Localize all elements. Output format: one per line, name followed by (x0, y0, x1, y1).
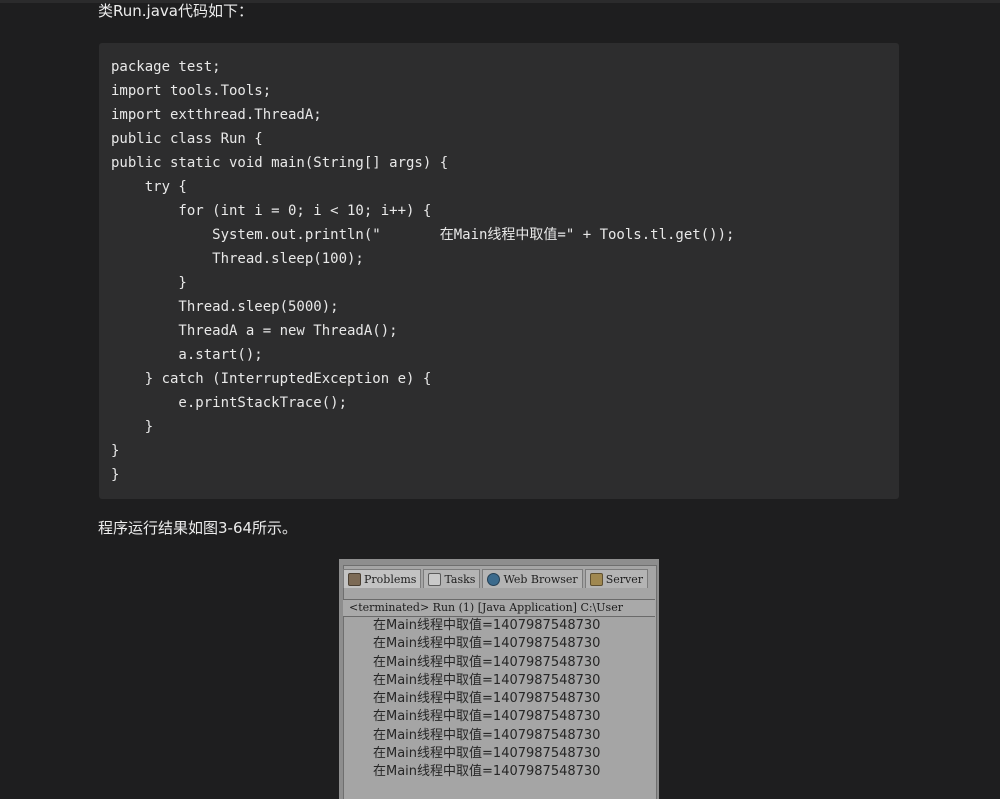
console-output: 在Main线程中取值=1407987548730 在Main线程中取值=1407… (343, 617, 649, 782)
console-output-line: 在Main线程中取值=1407987548730 (373, 636, 601, 652)
code-line: for (int i = 0; i < 10; i++) { (111, 203, 432, 219)
console-output-line: 在Main线程中取值=1407987548730 (373, 727, 601, 743)
console-output-line: 在Main线程中取值=1407987548730 (373, 691, 601, 707)
tab-problems: Problems (343, 569, 422, 588)
console-output-line: 在Main线程中取值=1407987548730 (373, 746, 601, 762)
tab-web-browser: Web Browser (482, 569, 583, 588)
code-line: System.out.println(" 在Main线程中取值=" + Tool… (111, 227, 735, 243)
code-line: public class Run { (111, 131, 263, 147)
console-status-line: <terminated> Run (1) [Java Application] … (343, 599, 655, 617)
code-line: } (111, 443, 120, 459)
code-line: } catch (InterruptedException e) { (111, 371, 432, 387)
console-output-line: 在Main线程中取值=1407987548730 (373, 764, 601, 780)
code-line: ThreadA a = new ThreadA(); (111, 323, 398, 339)
code-line: try { (111, 179, 187, 195)
intro-paragraph: 类Run.java代码如下： (98, 2, 253, 20)
code-block: package test; import tools.Tools; import e… (99, 43, 899, 499)
result-paragraph: 程序运行结果如图3-64所示。 (98, 519, 298, 537)
tab-label: Web Browser (503, 572, 578, 586)
web-browser-icon (487, 572, 501, 586)
code-line: e.printStackTrace(); (111, 395, 348, 411)
code-line: package test; (111, 59, 221, 75)
code-line: Thread.sleep(5000); (111, 299, 339, 315)
code-line: } (111, 467, 120, 483)
code-line: Thread.sleep(100); (111, 251, 364, 267)
console-tab-bar: Problems Tasks Web Browser Server (343, 569, 649, 589)
code-line: import extthread.ThreadA; (111, 107, 322, 123)
code-line: a.start(); (111, 347, 263, 363)
code-line: import tools.Tools; (111, 83, 272, 99)
tab-label: Server (605, 572, 643, 586)
code-line: public static void main(String[] args) { (111, 155, 449, 171)
tab-tasks: Tasks (423, 569, 481, 588)
problems-icon (348, 572, 361, 586)
tasks-icon (428, 572, 442, 586)
console-output-line: 在Main线程中取值=1407987548730 (373, 618, 601, 633)
console-output-line: 在Main线程中取值=1407987548730 (373, 654, 601, 670)
tab-label: Problems (364, 572, 417, 586)
console-screenshot: Problems Tasks Web Browser Server <termi… (339, 559, 659, 799)
code-line: } (111, 419, 154, 435)
tab-servers: Server (584, 569, 648, 588)
console-output-line: 在Main线程中取值=1407987548730 (373, 672, 601, 688)
console-output-line: 在Main线程中取值=1407987548730 (373, 709, 601, 725)
code-content: package test; import tools.Tools; import e… (99, 43, 899, 487)
code-line: } (111, 275, 187, 291)
servers-icon (589, 572, 603, 586)
tab-label: Tasks (444, 572, 476, 586)
